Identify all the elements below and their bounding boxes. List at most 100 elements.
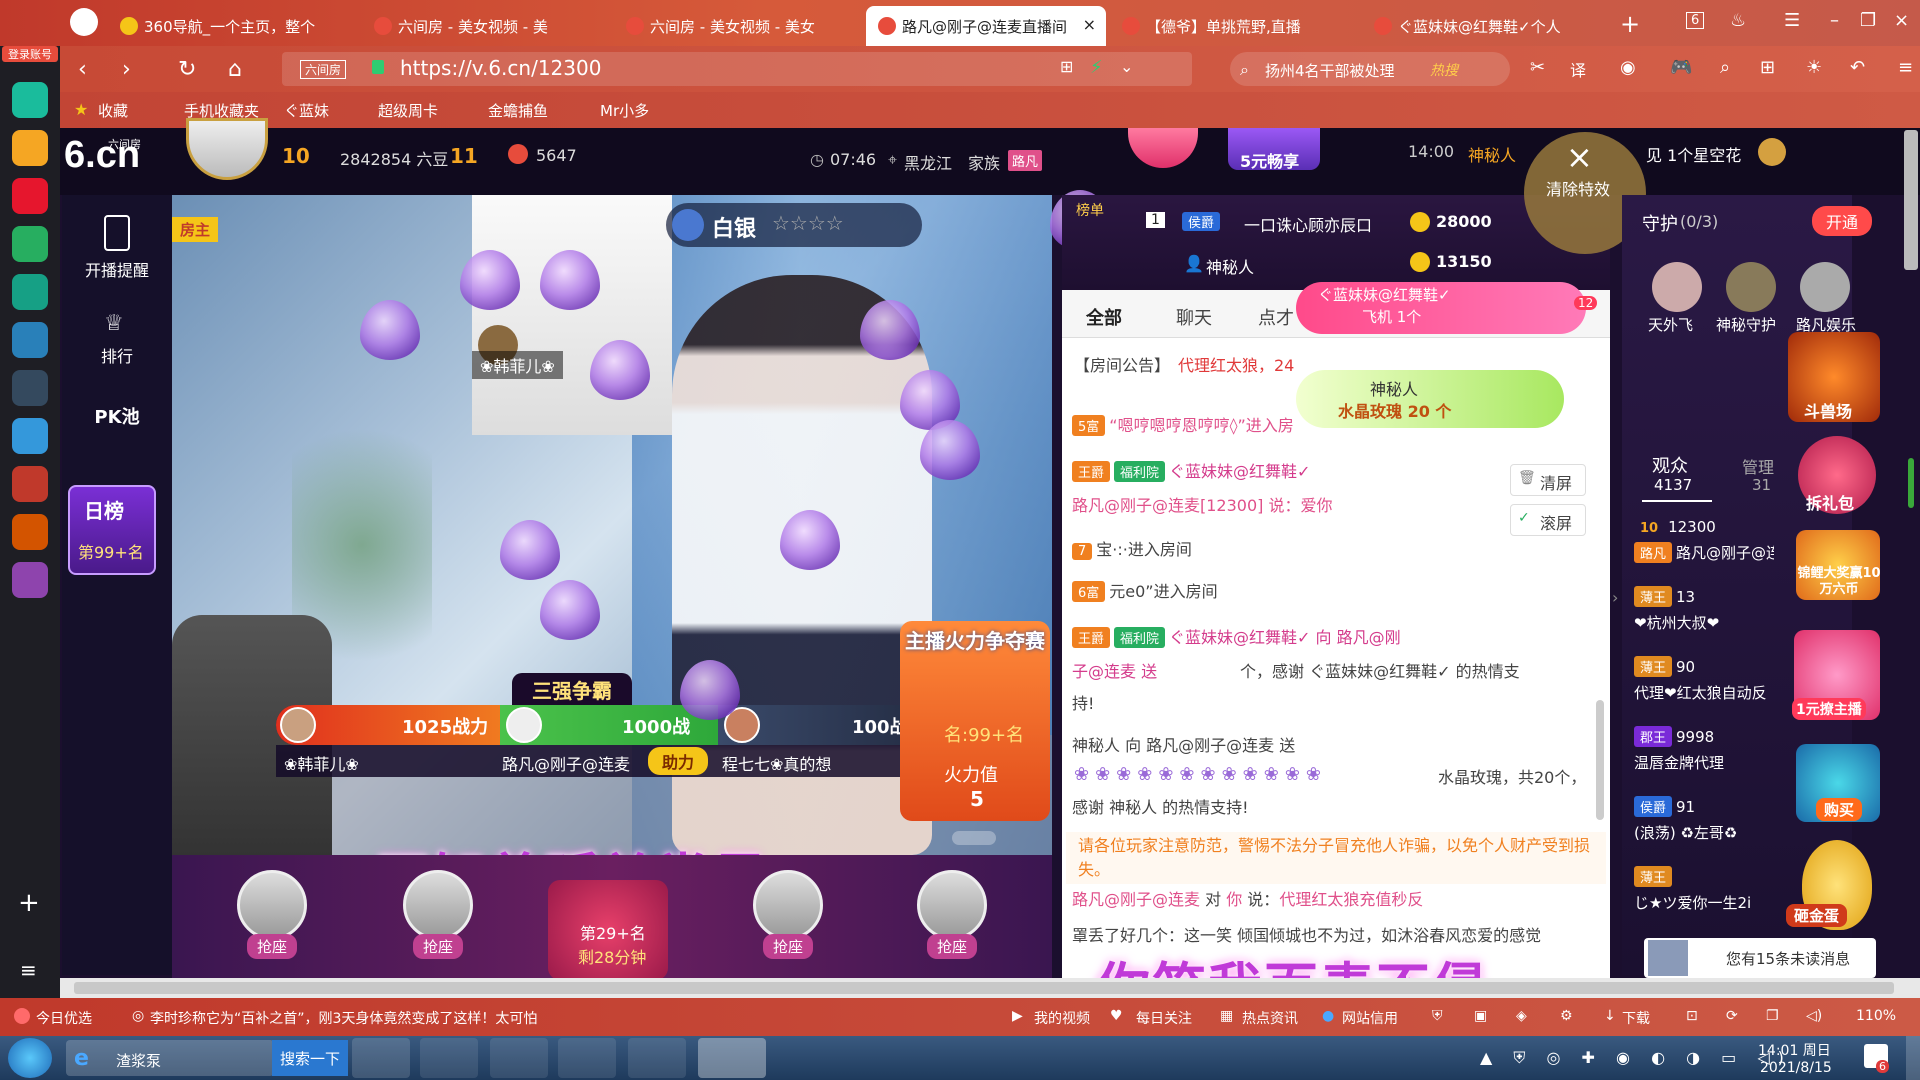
browser-nav-icon[interactable]	[70, 8, 98, 36]
close-icon[interactable]: ×	[1083, 15, 1096, 34]
viewer-row[interactable]: 路凡 路凡@刚子@连	[1634, 542, 1774, 563]
guard-avatar-2[interactable]	[1726, 262, 1776, 312]
guard-avatar-1[interactable]	[1652, 262, 1702, 312]
taskbar-app-ie[interactable]	[420, 1038, 478, 1078]
sidebar-doc-icon[interactable]	[12, 418, 48, 454]
bookmark-weekcard[interactable]: 超级周卡	[378, 100, 438, 121]
sidebar-star-icon[interactable]	[12, 130, 48, 166]
reply-from[interactable]: 路凡@刚子@连麦	[1072, 890, 1200, 909]
notification-icon[interactable]	[1758, 138, 1786, 166]
bookmark-mrxiaoduo[interactable]: Mr小多	[600, 100, 649, 121]
gift-rank-1-name[interactable]: 一口诛心顾亦辰口	[1244, 212, 1372, 236]
download-label[interactable]: 下载	[1622, 1008, 1650, 1028]
viewer-row[interactable]: 侯爵 91	[1634, 796, 1774, 817]
bookmark-lanmeimei[interactable]: ぐ蓝妹	[284, 100, 329, 121]
scissors-icon[interactable]: ✂	[1530, 57, 1545, 78]
forward-icon[interactable]: ›	[122, 57, 131, 82]
brightness-icon[interactable]: ☀	[1806, 57, 1822, 78]
pk-pool[interactable]: PK池	[62, 403, 172, 429]
gift-rank-2-name[interactable]: 神秘人	[1206, 254, 1254, 278]
phone-icon[interactable]	[104, 215, 130, 251]
admin-label[interactable]: 管理	[1742, 454, 1774, 478]
translate-icon[interactable]: 译	[1570, 57, 1586, 81]
viewer-row[interactable]: 薄王 90	[1634, 656, 1774, 677]
viewer-row[interactable]: 10 12300	[1634, 518, 1774, 537]
page-scrollbar[interactable]	[1904, 130, 1918, 270]
viewer-row[interactable]: 郡王 9998	[1634, 726, 1774, 747]
help-button[interactable]: 助力	[648, 747, 709, 775]
search-text[interactable]: 扬州4名干部被处理	[1265, 60, 1395, 81]
apps-icon[interactable]: ⊞	[1760, 57, 1775, 78]
search-once-button[interactable]: 搜索一下	[272, 1040, 349, 1076]
refresh-icon[interactable]: ↻	[178, 57, 196, 82]
taskbar-app-k[interactable]	[352, 1038, 410, 1078]
bookmark-fishing[interactable]: 金蟾捕鱼	[488, 100, 548, 121]
chat-scrollbar[interactable]	[1596, 700, 1604, 820]
clean-icon[interactable]: ⚙	[1560, 1008, 1573, 1024]
new-tab-button[interactable]: +	[1620, 10, 1640, 38]
skin-icon[interactable]: ♨	[1730, 10, 1746, 31]
sidebar-weibo-icon[interactable]	[12, 178, 48, 214]
sidebar-p-icon[interactable]	[12, 322, 48, 358]
lightning-icon[interactable]: ⚡	[1090, 57, 1103, 78]
undo-icon[interactable]: ↶	[1850, 57, 1865, 78]
close-window-button[interactable]: ×	[1894, 10, 1909, 31]
live-reminder[interactable]: 开播提醒	[62, 257, 172, 281]
image-icon[interactable]: ▣	[1474, 1008, 1487, 1024]
taskbar-app-active[interactable]	[698, 1038, 766, 1078]
tab-360[interactable]: 360导航_一个主页，整个	[108, 6, 358, 46]
gift-rank-tab[interactable]: 榜单	[1076, 200, 1110, 256]
login-label[interactable]: 登录账号	[2, 46, 58, 62]
viewer-row[interactable]: 薄王	[1634, 866, 1774, 887]
tab-active[interactable]: 路凡@刚子@连麦直播间 ×	[866, 6, 1106, 46]
more-menu-icon[interactable]: ≡	[1898, 57, 1913, 78]
collapse-arrow-icon[interactable]: ›	[1612, 588, 1618, 607]
taskbar-app-folder[interactable]	[490, 1038, 548, 1078]
zoom-level[interactable]: 110%	[1856, 1008, 1896, 1024]
sidebar-app-icon-1[interactable]	[12, 82, 48, 118]
live-video[interactable]: ❀韩菲儿❀ 房主 白银 ☆☆☆☆ 三强争霸 1025战力 1000战 100战力…	[172, 195, 1052, 855]
tab-song[interactable]: 点才	[1258, 304, 1294, 330]
taskbar-app-360[interactable]	[558, 1038, 616, 1078]
news-headline[interactable]: 李时珍称它为“百补之首”，刚3天身体竟然变成了这样！太可怕	[150, 1008, 537, 1028]
find-icon[interactable]: ⌕	[1720, 57, 1730, 78]
tab-all[interactable]: 全部	[1086, 304, 1122, 330]
start-button[interactable]	[8, 1038, 52, 1078]
pk-avatar-2[interactable]	[506, 707, 542, 743]
gamepad-icon[interactable]: 🎮	[1670, 57, 1692, 78]
url-text[interactable]: https://v.6.cn/12300	[400, 56, 601, 80]
menu-icon[interactable]: ☰	[1784, 10, 1800, 31]
promo-text[interactable]: 5元畅享	[1240, 148, 1299, 172]
pk-avatar-1[interactable]	[280, 707, 316, 743]
clock-time[interactable]: 14:01 周日	[1758, 1040, 1831, 1060]
tab-6cn-1[interactable]: 六间房 - 美女视频 - 美	[362, 6, 612, 46]
chat-user[interactable]: ぐ蓝妹妹@红舞鞋✓	[1169, 462, 1310, 481]
sidebar-game3-icon[interactable]	[12, 562, 48, 598]
guard-avatar-3[interactable]	[1800, 262, 1850, 312]
my-video[interactable]: 我的视频	[1034, 1008, 1090, 1028]
taskbar-app-video[interactable]	[628, 1038, 686, 1078]
tab-chat[interactable]: 聊天	[1176, 304, 1212, 330]
ranking[interactable]: 排行	[62, 343, 172, 367]
grid-icon[interactable]: ⊞	[1060, 57, 1073, 76]
back-icon[interactable]: ‹	[78, 57, 87, 82]
wifi-icon[interactable]: ◈	[1516, 1008, 1527, 1024]
horizontal-scrollbar[interactable]	[60, 978, 1920, 998]
seat-4[interactable]: 抢座	[892, 870, 1012, 970]
hot-news[interactable]: 热点资讯	[1242, 1008, 1298, 1028]
tab-deye[interactable]: 【德爷】单挑荒野,直播	[1110, 6, 1360, 46]
cast-icon[interactable]: ⊡	[1686, 1008, 1698, 1024]
add-icon[interactable]: +	[18, 888, 40, 918]
seat-2[interactable]: 抢座	[378, 870, 498, 970]
clock-date[interactable]: 2021/8/15	[1760, 1060, 1832, 1076]
open-guard-button[interactable]: 开通	[1812, 206, 1873, 236]
seat-3[interactable]: 抢座	[728, 870, 848, 970]
site-credit[interactable]: 网站信用	[1342, 1008, 1398, 1028]
tab-lanmeimei[interactable]: ぐ蓝妹妹@红舞鞋✓个人	[1362, 6, 1612, 46]
coin-icon[interactable]: ◉	[1620, 57, 1636, 78]
daily-follow[interactable]: 每日关注	[1136, 1008, 1192, 1028]
dropdown-icon[interactable]: ⌄	[1120, 57, 1133, 76]
window-icon[interactable]: ❐	[1766, 1008, 1779, 1024]
maximize-button[interactable]: ❐	[1860, 10, 1876, 31]
sidebar-game-icon[interactable]	[12, 370, 48, 406]
